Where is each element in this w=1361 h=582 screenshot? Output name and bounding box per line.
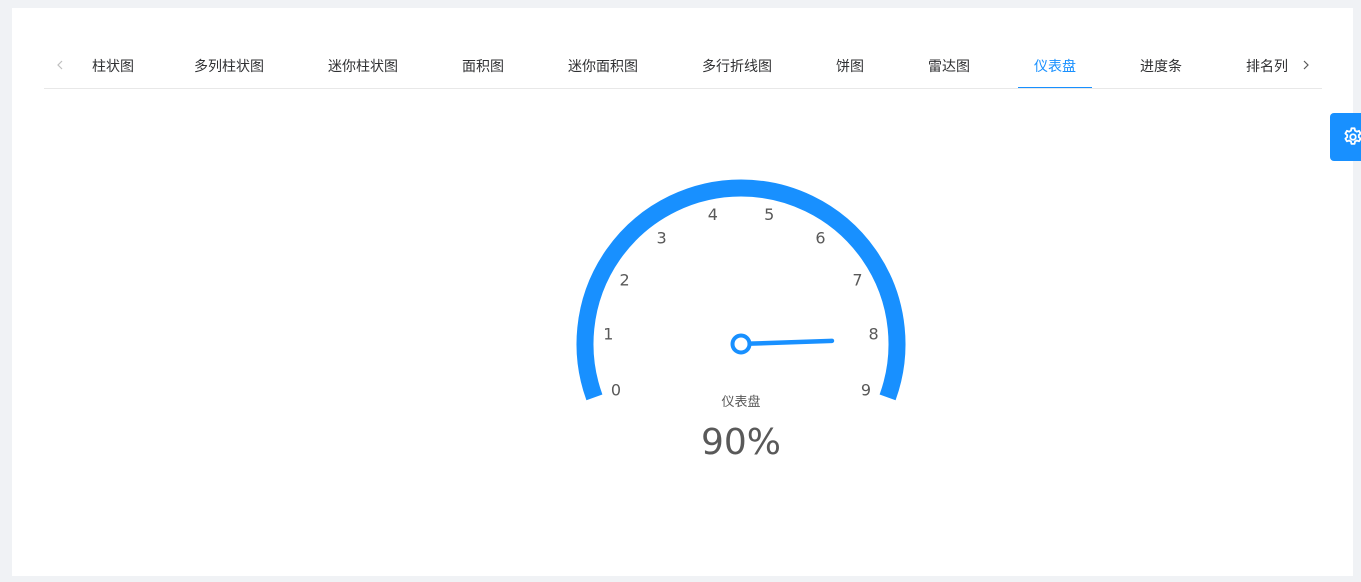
content-card: 柱状图 多列柱状图 迷你柱状图 面积图 迷你面积图 多行折线图 饼图 雷达图 仪… bbox=[12, 8, 1353, 576]
gauge-tick-label-3: 3 bbox=[656, 228, 666, 247]
gauge-tick-label-0: 0 bbox=[611, 380, 621, 399]
tab-mini-bar-chart[interactable]: 迷你柱状图 bbox=[328, 42, 398, 88]
gauge-value-label: 90% bbox=[701, 422, 781, 463]
tab-bar-chart[interactable]: 柱状图 bbox=[92, 42, 134, 88]
gear-icon bbox=[1344, 127, 1361, 145]
gauge-arc bbox=[576, 179, 906, 401]
tab-ranking-list[interactable]: 排名列 bbox=[1246, 42, 1288, 88]
gauge-tick-label-5: 5 bbox=[764, 205, 774, 224]
tab-list: 柱状图 多列柱状图 迷你柱状图 面积图 迷你面积图 多行折线图 饼图 雷达图 仪… bbox=[92, 42, 1290, 88]
gauge-pivot bbox=[730, 333, 752, 355]
gauge-tick-labels: 0 1 2 3 4 5 6 7 8 9 bbox=[603, 205, 878, 399]
tab-mini-area-chart[interactable]: 迷你面积图 bbox=[568, 42, 638, 88]
chevron-left-icon bbox=[57, 60, 63, 70]
gauge-tick-label-1: 1 bbox=[603, 325, 613, 344]
settings-button[interactable] bbox=[1330, 113, 1361, 161]
gauge-tick-label-2: 2 bbox=[619, 271, 629, 290]
tab-multi-line-chart[interactable]: 多行折线图 bbox=[702, 42, 772, 88]
gauge-tick-label-7: 7 bbox=[852, 271, 862, 290]
gauge-tick-label-4: 4 bbox=[708, 205, 718, 224]
tab-radar-chart[interactable]: 雷达图 bbox=[928, 42, 970, 88]
active-tab-indicator bbox=[1018, 87, 1092, 88]
gauge-chart: 0 1 2 3 4 5 6 7 8 9 仪表盘 90% bbox=[576, 179, 906, 463]
tabs-prev-button[interactable] bbox=[44, 42, 76, 88]
tab-progress-bar[interactable]: 进度条 bbox=[1140, 42, 1182, 88]
gauge-tick-label-6: 6 bbox=[815, 228, 825, 247]
gauge-title: 仪表盘 bbox=[721, 394, 760, 410]
gauge-tick-label-9: 9 bbox=[861, 380, 871, 399]
chart-type-tabs: 柱状图 多列柱状图 迷你柱状图 面积图 迷你面积图 多行折线图 饼图 雷达图 仪… bbox=[44, 42, 1322, 89]
gauge-tick-label-8: 8 bbox=[869, 325, 879, 344]
chevron-right-icon bbox=[1303, 60, 1309, 70]
tab-pie-chart[interactable]: 饼图 bbox=[836, 42, 864, 88]
tabs-next-button[interactable] bbox=[1290, 42, 1322, 88]
tab-grouped-bar-chart[interactable]: 多列柱状图 bbox=[194, 42, 264, 88]
tab-area-chart[interactable]: 面积图 bbox=[462, 42, 504, 88]
tab-gauge[interactable]: 仪表盘 bbox=[1034, 42, 1076, 88]
gauge-needle bbox=[747, 338, 835, 346]
